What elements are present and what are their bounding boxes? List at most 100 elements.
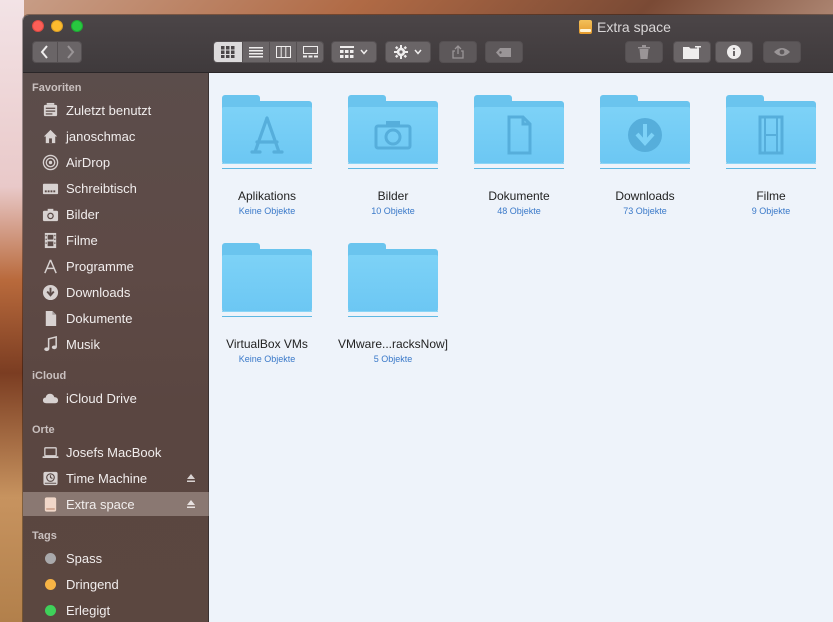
minimize-window-button[interactable] [51, 20, 63, 32]
sidebar-item-documents[interactable]: Dokumente [23, 306, 209, 330]
desktop-wallpaper [0, 0, 24, 622]
folder-count: 5 Objekte [373, 354, 413, 364]
folder-item[interactable]: Aplikations Keine Objekte [207, 95, 327, 216]
folder-icon [222, 243, 312, 317]
list-view-button[interactable] [242, 42, 269, 62]
folder-name: Dokumente [488, 189, 550, 203]
sidebar-item-label: Time Machine [66, 470, 148, 486]
sidebar-item-label: Musik [66, 336, 100, 352]
sidebar-item-label: Zuletzt benutzt [66, 102, 152, 118]
chevron-right-icon [66, 45, 74, 59]
new-folder-icon [683, 45, 701, 59]
sidebar-item-recents[interactable]: Zuletzt benutzt [23, 98, 209, 122]
time-machine-icon [41, 469, 59, 487]
folder-item[interactable]: Dokumente 48 Objekte [459, 95, 579, 216]
sidebar-item-label: Josefs MacBook [66, 444, 162, 460]
laptop-icon [41, 443, 59, 461]
eject-icon[interactable] [186, 499, 196, 509]
folder-icon [474, 95, 564, 169]
back-button[interactable] [33, 42, 57, 62]
view-mode-control [213, 41, 324, 63]
new-folder-button[interactable] [673, 41, 711, 63]
sidebar-item-extra-space[interactable]: Extra space [23, 492, 209, 516]
edit-tags-button[interactable] [485, 41, 523, 63]
share-button[interactable] [439, 41, 477, 63]
eject-icon[interactable] [186, 473, 196, 483]
folder-count: 9 Objekte [751, 206, 791, 216]
folder-icon [348, 95, 438, 169]
arrange-menu-button[interactable] [331, 41, 377, 63]
folder-item[interactable]: Downloads 73 Objekte [585, 95, 705, 216]
title-bar: Extra space [23, 15, 833, 73]
eye-icon [774, 48, 790, 56]
sidebar-item-airdrop[interactable]: AirDrop [23, 150, 209, 174]
sidebar-section-places: Orte [32, 424, 55, 436]
finder-window: Extra space Favoriten Zuletzt benutzt ja… [23, 15, 833, 622]
camera-icon [374, 121, 412, 150]
sidebar-item-icloud-drive[interactable]: iCloud Drive [23, 386, 209, 410]
document-icon [507, 115, 532, 155]
sidebar-item-time-machine[interactable]: Time Machine [23, 466, 209, 490]
list-icon [249, 47, 263, 58]
film-icon [758, 115, 784, 155]
close-window-button[interactable] [32, 20, 44, 32]
folder-item[interactable]: VMware...racksNow] 5 Objekte [333, 243, 453, 364]
sidebar-item-label: Bilder [66, 206, 100, 222]
action-menu-button[interactable] [385, 41, 431, 63]
folder-item[interactable]: Filme 9 Objekte [711, 95, 831, 216]
file-browser-content: Aplikations Keine Objekte Bilder 10 Obje… [210, 73, 833, 622]
tag-color-dot [45, 552, 56, 564]
sidebar-item-label: Spass [66, 550, 103, 566]
sidebar-tag-erlegigt[interactable]: Erlegigt [23, 598, 209, 622]
sidebar-item-label: iCloud Drive [66, 390, 137, 406]
folder-item[interactable]: Bilder 10 Objekte [333, 95, 453, 216]
download-icon [41, 283, 59, 301]
gallery-icon [302, 46, 318, 58]
trash-icon [638, 45, 650, 59]
folder-name: Aplikations [237, 189, 297, 203]
sidebar-item-home[interactable]: janoschmac [23, 124, 209, 148]
sidebar-item-music[interactable]: Musik [23, 332, 209, 356]
columns-icon [275, 46, 291, 58]
forward-button[interactable] [57, 42, 81, 62]
sidebar-item-desktop[interactable]: Schreibtisch [23, 176, 209, 200]
sidebar-item-applications[interactable]: Programme [23, 254, 209, 278]
folder-name: Filme [756, 189, 786, 203]
grid-icon [221, 46, 235, 58]
home-icon [41, 127, 59, 145]
applications-icon [250, 116, 284, 154]
gallery-view-button[interactable] [296, 42, 323, 62]
tag-color-dot [45, 578, 56, 590]
folder-count: Keine Objekte [238, 206, 296, 216]
sidebar-section-tags: Tags [32, 530, 57, 542]
sidebar-section-favorites: Favoriten [32, 82, 82, 94]
airdrop-icon [41, 153, 59, 171]
move-to-trash-button[interactable] [625, 41, 663, 63]
sidebar-tag-spass[interactable]: Spass [23, 546, 209, 570]
sidebar-item-label: Dringend [66, 576, 119, 592]
info-icon [727, 45, 741, 59]
quick-look-button[interactable] [763, 41, 801, 63]
sidebar-item-downloads[interactable]: Downloads [23, 280, 209, 304]
external-drive-icon [41, 495, 59, 513]
sidebar-tag-dringend[interactable]: Dringend [23, 572, 209, 596]
folder-item[interactable]: VirtualBox VMs Keine Objekte [207, 243, 327, 364]
sidebar-item-macbook[interactable]: Josefs MacBook [23, 440, 209, 464]
folder-count: Keine Objekte [238, 354, 296, 364]
folder-icon [348, 243, 438, 317]
chevron-down-icon [414, 49, 422, 55]
folder-name: Downloads [615, 189, 675, 203]
tag-color-dot [45, 604, 56, 616]
sidebar-item-pictures[interactable]: Bilder [23, 202, 209, 226]
external-drive-icon [579, 20, 592, 34]
window-title: Extra space [579, 19, 671, 35]
folder-name: Bilder [377, 189, 409, 203]
icon-view-button[interactable] [214, 42, 242, 62]
sidebar-item-label: AirDrop [66, 154, 111, 170]
get-info-button[interactable] [715, 41, 753, 63]
sidebar-item-movies[interactable]: Filme [23, 228, 209, 252]
download-icon [628, 118, 662, 152]
maximize-window-button[interactable] [71, 20, 83, 32]
column-view-button[interactable] [269, 42, 296, 62]
folder-count: 10 Objekte [371, 206, 415, 216]
